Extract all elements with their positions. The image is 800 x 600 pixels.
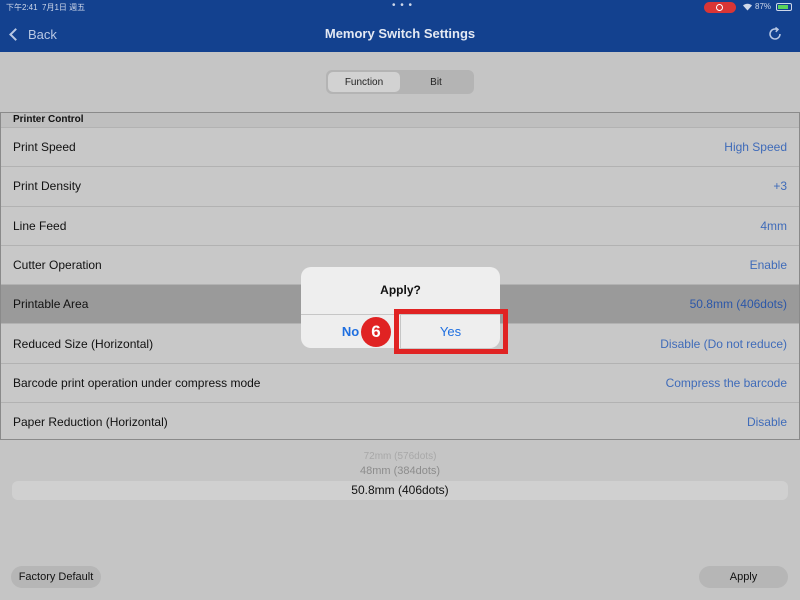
refresh-icon[interactable]	[766, 25, 784, 43]
row-print-density[interactable]: Print Density +3	[1, 166, 799, 205]
row-label: Print Density	[13, 179, 82, 194]
status-bar: 下午2:41 7月1日 週五 • • • 87%	[0, 0, 800, 14]
section-header-printer-control: Printer Control	[1, 113, 799, 127]
row-value: 50.8mm (406dots)	[689, 297, 787, 312]
top-bar: 下午2:41 7月1日 週五 • • • 87% Back Memory Swi…	[0, 0, 800, 52]
picker-option-selected[interactable]: 50.8mm (406dots)	[12, 481, 788, 500]
row-label: Line Feed	[13, 218, 67, 233]
multitask-dots[interactable]: • • •	[392, 0, 413, 11]
row-paper-reduction-horizontal[interactable]: Paper Reduction (Horizontal) Disable	[1, 402, 799, 441]
yes-highlight-box	[394, 309, 508, 354]
screen-record-icon	[704, 2, 736, 13]
dialog-title: Apply?	[380, 283, 421, 297]
row-label: Reduced Size (Horizontal)	[13, 336, 154, 351]
apply-button[interactable]: Apply	[699, 566, 788, 588]
row-value: +3	[773, 179, 787, 194]
row-value: 4mm	[760, 218, 787, 233]
printable-area-picker[interactable]: 72mm (576dots) 48mm (384dots) 50.8mm (40…	[12, 449, 788, 501]
row-line-feed[interactable]: Line Feed 4mm	[1, 205, 799, 245]
tab-bit[interactable]: Bit	[400, 72, 472, 92]
factory-default-button[interactable]: Factory Default	[11, 566, 101, 588]
row-label: Paper Reduction (Horizontal)	[13, 415, 168, 430]
row-label: Cutter Operation	[13, 258, 102, 273]
row-label: Print Speed	[13, 140, 76, 155]
page-title: Memory Switch Settings	[324, 26, 476, 41]
picker-option[interactable]: 72mm (576dots)	[12, 451, 788, 462]
row-value: Disable	[746, 415, 787, 430]
row-value: High Speed	[724, 140, 787, 155]
battery-percent: 87%	[755, 2, 772, 11]
wifi-icon	[742, 2, 753, 13]
battery-icon	[776, 3, 792, 11]
row-value: Disable (Do not reduce)	[660, 336, 787, 351]
row-barcode-compress-mode[interactable]: Barcode print operation under compress m…	[1, 362, 799, 402]
picker-option[interactable]: 48mm (384dots)	[12, 465, 788, 477]
row-value: Compress the barcode	[665, 375, 787, 390]
row-value: Enable	[749, 258, 787, 273]
function-bit-segment: Function Bit	[326, 70, 474, 94]
tab-function[interactable]: Function	[328, 72, 400, 92]
row-label: Printable Area	[13, 297, 89, 312]
step-badge: 6	[361, 317, 391, 347]
row-label: Barcode print operation under compress m…	[13, 375, 261, 390]
status-time: 下午2:41 7月1日 週五	[6, 3, 86, 12]
row-print-speed[interactable]: Print Speed High Speed	[1, 127, 799, 166]
